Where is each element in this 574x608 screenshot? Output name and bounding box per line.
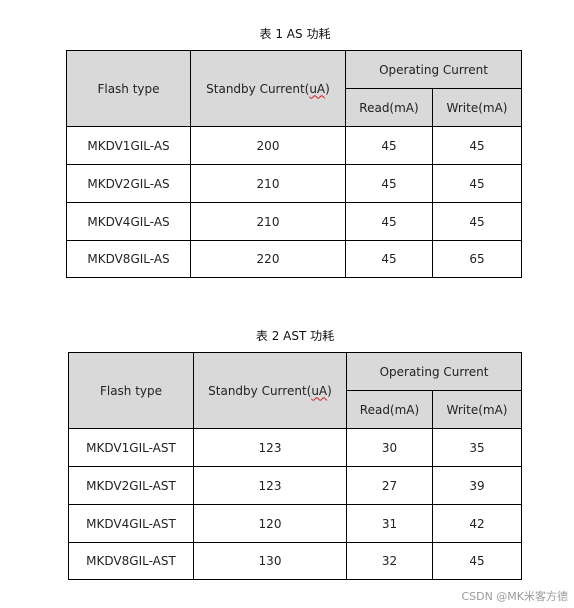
header-read: Read(mA): [345, 88, 433, 127]
as-power-table: Flash type Standby Current(uA) Operating…: [66, 50, 523, 278]
cell-flash-type: MKDV2GIL-AST: [68, 466, 194, 505]
table-1-caption: 表 1 AS 功耗: [259, 27, 331, 41]
table-row: MKDV2GIL-AS 210 45 45: [66, 164, 523, 203]
table-row: MKDV8GIL-AST 130 32 45: [68, 542, 523, 580]
cell-read: 31: [346, 504, 433, 543]
table-row: MKDV8GIL-AS 220 45 65: [66, 240, 523, 278]
cell-flash-type: MKDV2GIL-AS: [66, 164, 191, 203]
header-standby-current: Standby Current(uA): [190, 50, 346, 127]
cell-standby: 120: [193, 504, 347, 543]
cell-flash-type: MKDV1GIL-AST: [68, 428, 194, 467]
cell-standby: 123: [193, 466, 347, 505]
cell-read: 45: [345, 202, 433, 241]
watermark: CSDN @MK米客方德: [461, 590, 568, 603]
cell-standby: 130: [193, 542, 347, 580]
cell-write: 45: [431, 542, 523, 580]
cell-write: 45: [431, 164, 523, 203]
cell-read: 45: [345, 240, 433, 278]
cell-flash-type: MKDV4GIL-AST: [68, 504, 194, 543]
header-write: Write(mA): [431, 390, 523, 429]
cell-flash-type: MKDV8GIL-AS: [66, 240, 191, 278]
cell-standby: 200: [190, 126, 346, 165]
table-2-caption: 表 2 AST 功耗: [255, 329, 335, 343]
cell-read: 45: [345, 126, 433, 165]
spellcheck-underline: uA: [311, 383, 328, 398]
header-operating-current: Operating Current: [345, 352, 523, 391]
cell-read: 45: [345, 164, 433, 203]
header-read: Read(mA): [346, 390, 433, 429]
cell-standby: 220: [190, 240, 346, 278]
header-standby-current: Standby Current(uA): [193, 352, 347, 429]
cell-write: 42: [431, 504, 523, 543]
header-flash-type: Flash type: [66, 50, 191, 127]
cell-flash-type: MKDV1GIL-AS: [66, 126, 191, 165]
table-row: MKDV4GIL-AST 120 31 42: [68, 504, 523, 543]
spellcheck-underline: uA: [309, 81, 326, 96]
header-operating-current: Operating Current: [344, 50, 523, 89]
cell-standby: 123: [193, 428, 347, 467]
table-row: MKDV1GIL-AS 200 45 45: [66, 126, 523, 165]
cell-standby: 210: [190, 164, 346, 203]
cell-read: 30: [346, 428, 433, 467]
cell-write: 45: [431, 126, 523, 165]
cell-write: 65: [431, 240, 523, 278]
cell-read: 32: [346, 542, 433, 580]
ast-power-table: Flash type Standby Current(uA) Operating…: [68, 352, 523, 580]
cell-write: 45: [431, 202, 523, 241]
cell-write: 35: [431, 428, 523, 467]
table-row: MKDV4GIL-AS 210 45 45: [66, 202, 523, 241]
table-row: MKDV2GIL-AST 123 27 39: [68, 466, 523, 505]
cell-read: 27: [346, 466, 433, 505]
cell-write: 39: [431, 466, 523, 505]
table-row: MKDV1GIL-AST 123 30 35: [68, 428, 523, 467]
cell-flash-type: MKDV4GIL-AS: [66, 202, 191, 241]
header-write: Write(mA): [431, 88, 523, 127]
cell-flash-type: MKDV8GIL-AST: [68, 542, 194, 580]
header-flash-type: Flash type: [68, 352, 194, 429]
cell-standby: 210: [190, 202, 346, 241]
